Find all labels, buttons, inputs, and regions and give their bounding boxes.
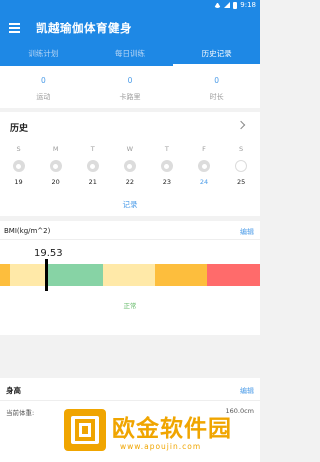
bmi-scale-segment	[0, 264, 10, 286]
day-item-today[interactable]: F 24	[185, 145, 222, 186]
weekday-label: W	[126, 145, 134, 153]
stat-label: 卡路里	[119, 93, 141, 101]
stat-value: 0	[214, 76, 220, 85]
status-time: 9:18	[240, 1, 256, 9]
day-item[interactable]: S 25	[223, 145, 260, 186]
date-label: 24	[199, 178, 209, 186]
history-title: 历史	[10, 124, 29, 134]
stats-summary: 0 运动 0 卡路里 0 时长	[0, 66, 260, 108]
stat-label: 运动	[36, 93, 51, 101]
day-item[interactable]: S 19	[0, 145, 37, 186]
bmi-label: BMI(kg/m^2)	[4, 227, 51, 235]
bmi-card: BMI(kg/m^2) 编辑 19.53 正常	[0, 221, 260, 335]
tab-training-plan[interactable]: 训练计划	[0, 44, 87, 66]
signal-icon	[224, 2, 231, 8]
day-status-icon	[235, 160, 248, 172]
day-item[interactable]: T 21	[74, 145, 111, 186]
bmi-scale-segment	[207, 264, 260, 286]
bmi-scale-segment	[10, 264, 48, 286]
tab-daily-training[interactable]: 每日训练	[87, 44, 174, 66]
bmi-scale	[0, 264, 260, 286]
day-status-icon	[86, 160, 99, 172]
date-label: 20	[51, 178, 60, 186]
menu-icon[interactable]	[9, 23, 20, 33]
day-status-icon	[12, 160, 25, 172]
divider	[0, 400, 260, 401]
weekday-label: M	[52, 145, 59, 153]
tab-bar: 训练计划 每日训练 历史记录	[0, 44, 260, 66]
day-item[interactable]: W 22	[111, 145, 148, 186]
watermark: 欧金软件园 www.apoujin.com	[60, 405, 256, 455]
date-label: 19	[14, 178, 23, 186]
app-bar: 凯越瑜伽体育健身	[0, 12, 260, 44]
bmi-marker	[45, 259, 48, 291]
divider	[0, 239, 260, 240]
day-status-icon	[160, 160, 173, 172]
date-label: 23	[162, 178, 172, 186]
status-bar: 9:18	[0, 0, 260, 12]
weekday-label: F	[202, 145, 206, 153]
stat-calories: 0 卡路里	[87, 66, 174, 108]
stat-duration: 0 时长	[173, 66, 260, 108]
day-status-icon	[49, 160, 62, 172]
weekday-label: S	[16, 145, 21, 153]
day-status-icon	[198, 160, 211, 172]
stat-value: 0	[40, 76, 46, 85]
stat-workouts: 0 运动	[0, 66, 87, 108]
bmi-scale-segment	[48, 264, 103, 286]
battery-icon	[233, 1, 238, 9]
bmi-scale-segment	[103, 264, 155, 286]
day-status-icon	[123, 160, 136, 172]
day-item[interactable]: T 23	[148, 145, 185, 186]
chevron-right-icon[interactable]	[236, 120, 246, 130]
history-card: 历史 S 19 M 20 T 21 W 22 T 23 F 24 S 25 记录	[0, 112, 260, 216]
current-weight-label: 当前体重:	[6, 409, 35, 417]
height-edit-button[interactable]: 编辑	[240, 386, 254, 396]
week-strip: S 19 M 20 T 21 W 22 T 23 F 24 S 25	[0, 145, 260, 186]
weekday-label: T	[90, 145, 95, 153]
bmi-scale-segment	[155, 264, 207, 286]
day-item[interactable]: M 20	[37, 145, 74, 186]
weekday-label: T	[164, 145, 169, 153]
tab-history[interactable]: 历史记录	[173, 44, 260, 66]
height-title: 身高	[6, 386, 21, 395]
stat-value: 0	[127, 76, 133, 85]
bmi-status: 正常	[123, 302, 137, 310]
status-icons: 9:18	[214, 1, 256, 9]
wifi-icon	[214, 2, 222, 8]
bmi-value: 19.53	[34, 248, 63, 259]
app-title: 凯越瑜伽体育健身	[36, 21, 132, 35]
date-label: 22	[125, 178, 134, 186]
date-label: 21	[88, 178, 97, 186]
date-label: 25	[236, 178, 246, 186]
watermark-url: www.apoujin.com	[120, 442, 202, 451]
stat-label: 时长	[209, 93, 224, 101]
watermark-logo-icon	[64, 409, 106, 451]
watermark-name: 欧金软件园	[112, 416, 232, 442]
bmi-edit-button[interactable]: 编辑	[240, 227, 254, 237]
weekday-label: S	[239, 145, 244, 153]
record-link[interactable]: 记录	[0, 199, 260, 210]
